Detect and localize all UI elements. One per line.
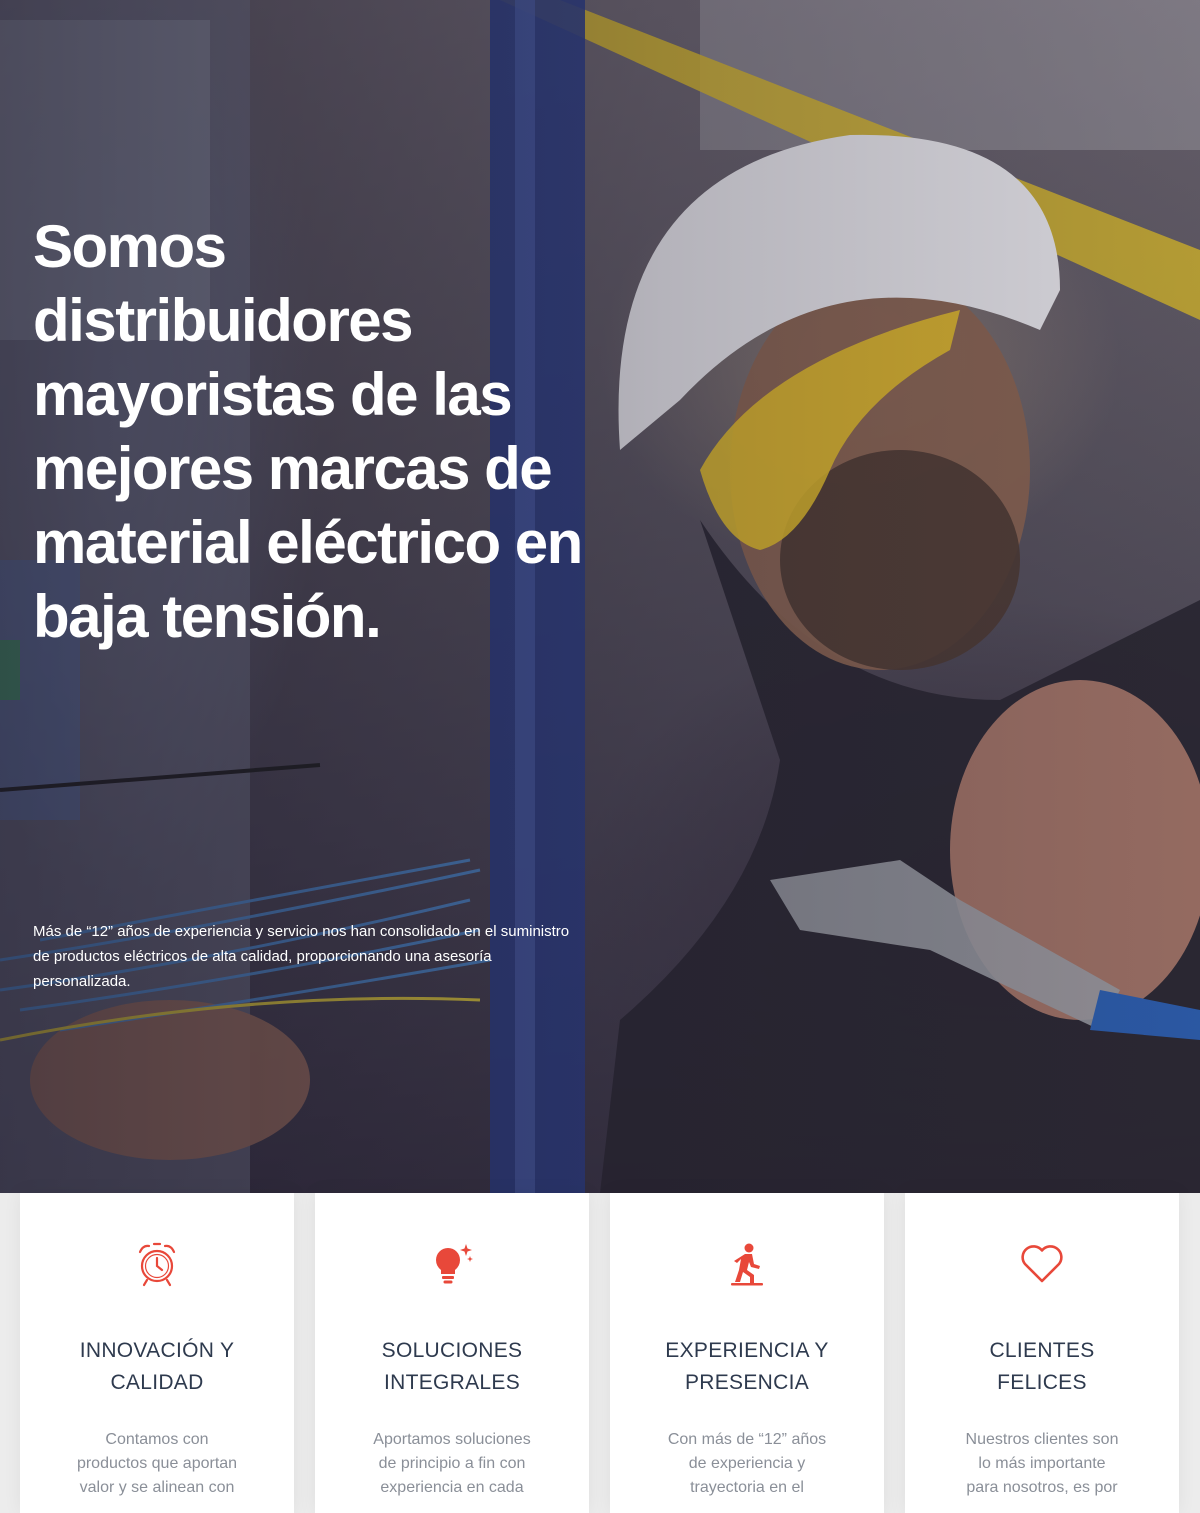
- hero-section: Somos distribuidores mayoristas de las m…: [0, 0, 1200, 1193]
- feature-card-soluciones: SOLUCIONES INTEGRALES Aportamos solucion…: [315, 1193, 589, 1513]
- feature-description: Contamos con productos que aportan valor…: [60, 1428, 254, 1500]
- feature-description-line: para nosotros, es por: [966, 1479, 1118, 1496]
- lightbulb-icon: [427, 1239, 477, 1289]
- feature-title-line: PRESENCIA: [684, 1371, 810, 1394]
- feature-description-line: productos que aportan: [76, 1455, 238, 1472]
- feature-description-line: Nuestros clientes son: [965, 1431, 1119, 1448]
- feature-description-line: Contamos con: [105, 1431, 209, 1448]
- feature-description-line: valor y se alinean con: [79, 1479, 235, 1496]
- feature-title-line: CLIENTES: [989, 1339, 1095, 1362]
- feature-title-line: INTEGRALES: [383, 1371, 521, 1394]
- feature-title: CLIENTES FELICES: [925, 1335, 1159, 1399]
- feature-description-line: de experiencia y: [688, 1455, 806, 1472]
- feature-title: SOLUCIONES INTEGRALES: [335, 1335, 569, 1399]
- features-section: INNOVACIÓN Y CALIDAD Contamos con produc…: [0, 1193, 1200, 1513]
- feature-card-innovacion: INNOVACIÓN Y CALIDAD Contamos con produc…: [20, 1193, 294, 1513]
- feature-card-experiencia: EXPERIENCIA Y PRESENCIA Con más de “12” …: [610, 1193, 884, 1513]
- feature-title-line: FELICES: [997, 1371, 1087, 1394]
- heart-icon: [1017, 1239, 1067, 1289]
- feature-description-line: de principio a fin con: [378, 1455, 526, 1472]
- feature-title: EXPERIENCIA Y PRESENCIA: [630, 1335, 864, 1399]
- feature-description: Aportamos soluciones de principio a fin …: [355, 1428, 549, 1500]
- walking-person-icon: [722, 1239, 772, 1289]
- feature-card-clientes: CLIENTES FELICES Nuestros clientes son l…: [905, 1193, 1179, 1513]
- feature-description-line: Con más de “12” años: [667, 1431, 827, 1448]
- feature-title: INNOVACIÓN Y CALIDAD: [40, 1335, 274, 1399]
- hero-title: Somos distribuidores mayoristas de las m…: [33, 213, 583, 650]
- feature-title-line: CALIDAD: [110, 1371, 204, 1394]
- feature-description-line: trayectoria en el: [690, 1479, 804, 1496]
- feature-title-line: EXPERIENCIA Y: [665, 1339, 829, 1362]
- hero-description: Más de “12” años de experiencia y servic…: [33, 923, 570, 990]
- feature-description: Nuestros clientes son lo más importante …: [945, 1428, 1139, 1500]
- feature-description-line: experiencia en cada: [380, 1479, 524, 1496]
- feature-description-line: Aportamos soluciones: [373, 1431, 531, 1448]
- feature-title-line: SOLUCIONES: [381, 1339, 523, 1362]
- alarm-clock-icon: [132, 1239, 182, 1289]
- feature-description-line: lo más importante: [978, 1455, 1106, 1472]
- feature-description: Con más de “12” años de experiencia y tr…: [650, 1428, 844, 1500]
- feature-title-line: INNOVACIÓN Y: [79, 1339, 235, 1362]
